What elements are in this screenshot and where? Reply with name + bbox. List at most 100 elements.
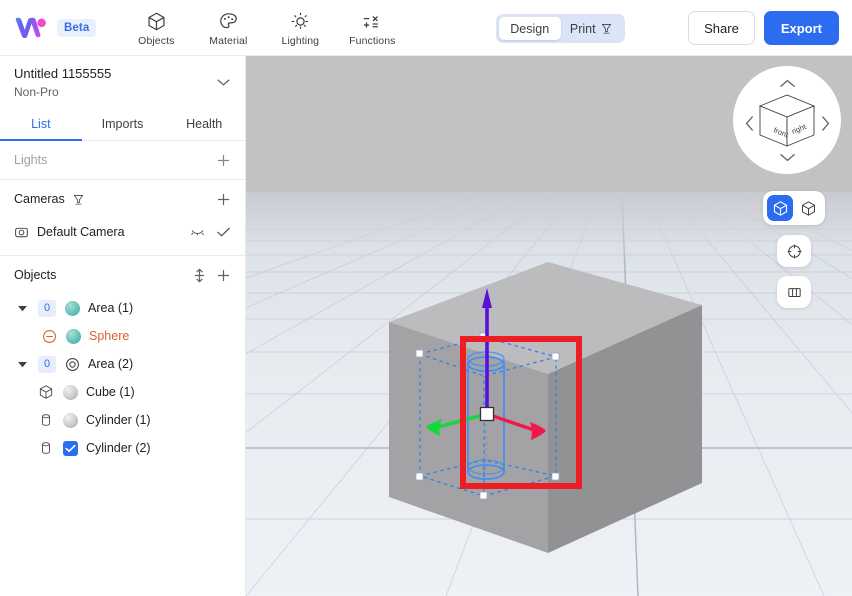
tab-health[interactable]: Health	[163, 109, 245, 140]
objects-label: Objects	[14, 268, 57, 282]
lights-actions	[216, 153, 231, 168]
circle-outline-icon	[66, 357, 79, 371]
area-1-label: Area (1)	[88, 301, 134, 315]
section-lights: Lights	[0, 141, 245, 179]
lights-label: Lights	[14, 153, 48, 167]
caret-icon[interactable]	[14, 361, 30, 368]
view-left-button[interactable]	[742, 113, 756, 133]
orbit-target-icon	[786, 243, 802, 259]
chevron-down-icon	[779, 153, 795, 161]
cameras-label-wrap: Cameras	[14, 192, 216, 206]
chevron-down-icon	[217, 79, 230, 86]
mode-toggle: Design Print	[496, 14, 625, 43]
printer-icon	[73, 194, 84, 205]
cube-1-label: Cube (1)	[86, 385, 135, 399]
tab-list[interactable]: List	[0, 109, 82, 141]
list-item-default-camera[interactable]: Default Camera	[0, 218, 245, 246]
area-1-badge: 0	[38, 299, 56, 317]
project-title: Untitled 1155555	[14, 66, 112, 81]
chevron-up-icon	[779, 79, 795, 87]
tool-material[interactable]: Material	[192, 9, 264, 47]
objects-actions	[193, 268, 231, 283]
share-button[interactable]: Share	[688, 11, 755, 45]
tree-group-area-2[interactable]: 0 Area (2)	[0, 350, 245, 378]
tree-group-area-1[interactable]: 0 Area (1)	[0, 294, 245, 322]
palette-icon	[220, 12, 237, 28]
tree-item-cylinder-2[interactable]: Cylinder (2)	[0, 434, 245, 462]
camera-visibility-toggle[interactable]	[190, 227, 205, 237]
viewport-tool-stack	[763, 191, 837, 308]
brand-area: Beta	[0, 15, 97, 41]
tool-functions[interactable]: Functions	[336, 9, 408, 47]
add-object-button[interactable]	[216, 268, 231, 283]
view-up-button[interactable]	[777, 76, 797, 90]
tool-objects-label: Objects	[138, 34, 175, 47]
orbit-target-button[interactable]	[777, 235, 811, 267]
view-right-button[interactable]	[818, 113, 832, 133]
cameras-label: Cameras	[14, 192, 65, 206]
left-sidebar: Untitled 1155555 Non-Pro List Imports He…	[0, 56, 246, 596]
add-camera-button[interactable]	[216, 192, 231, 207]
tree-item-sphere[interactable]: Sphere	[0, 322, 245, 350]
project-texts: Untitled 1155555 Non-Pro	[14, 66, 216, 100]
tool-lighting-label: Lighting	[281, 34, 320, 47]
gizmo-center-handle	[479, 406, 495, 422]
mode-design-label: Design	[510, 21, 550, 36]
plus-icon	[217, 269, 230, 281]
sun-icon	[291, 12, 310, 30]
area-2-label: Area (2)	[88, 357, 134, 371]
tree-item-cylinder-1[interactable]: Cylinder (1)	[0, 406, 245, 434]
view-down-button[interactable]	[777, 150, 797, 164]
camera-active-check[interactable]	[216, 226, 231, 238]
display-mode-pill	[763, 191, 825, 225]
cylinder-1-label: Cylinder (1)	[86, 413, 151, 427]
cylinder-2-label: Cylinder (2)	[86, 441, 151, 455]
tool-material-label: Material	[209, 34, 248, 47]
check-icon	[217, 227, 230, 237]
add-light-button[interactable]	[216, 153, 231, 168]
cube-icon	[148, 12, 165, 30]
tab-imports[interactable]: Imports	[82, 109, 164, 140]
primary-tool-group: Objects Material Lighting Functions	[120, 9, 408, 47]
camera-icon	[15, 227, 28, 237]
mode-design[interactable]: Design	[499, 17, 561, 40]
sphere-teal-icon	[66, 328, 81, 344]
checkbox-checked-icon[interactable]	[63, 440, 78, 456]
w-logo-icon[interactable]	[14, 15, 48, 41]
plus-icon	[217, 154, 230, 166]
cube-outline-icon	[801, 200, 815, 216]
chevron-left-icon	[745, 115, 753, 131]
display-mode-solid-button[interactable]	[767, 195, 793, 221]
cameras-actions	[216, 192, 231, 207]
tool-functions-label: Functions	[349, 34, 396, 47]
check-icon	[65, 444, 76, 452]
cube-outline-icon	[39, 385, 53, 399]
scene-cube	[389, 262, 702, 553]
view-cube-widget[interactable]: front right	[733, 66, 841, 174]
project-subtitle: Non-Pro	[14, 85, 59, 99]
caret-icon[interactable]	[14, 305, 30, 312]
sphere-gray-icon	[63, 412, 78, 428]
display-mode-wireframe-button[interactable]	[795, 195, 821, 221]
printer-icon	[601, 24, 611, 34]
grid-columns-button[interactable]	[777, 276, 811, 308]
chevron-right-icon	[821, 115, 829, 131]
project-header[interactable]: Untitled 1155555 Non-Pro	[0, 56, 245, 109]
export-button[interactable]: Export	[763, 11, 839, 45]
collapse-expand-button[interactable]	[193, 268, 206, 283]
cube-filled-icon	[773, 200, 787, 216]
viewport-3d[interactable]: front right	[246, 56, 852, 596]
section-cameras: Cameras	[0, 180, 245, 218]
mode-print[interactable]: Print	[561, 17, 623, 40]
tree-item-cube-1[interactable]: Cube (1)	[0, 378, 245, 406]
grid-columns-icon	[787, 287, 801, 297]
cylinder-outline-icon	[42, 442, 50, 454]
project-expand-button[interactable]	[216, 66, 231, 92]
view-cube-faces[interactable]: front right	[756, 90, 818, 152]
plus-icon	[217, 193, 230, 205]
tool-objects[interactable]: Objects	[120, 9, 192, 47]
tool-lighting[interactable]: Lighting	[264, 9, 336, 47]
top-toolbar: Beta Objects Material Lighting Functions…	[0, 0, 852, 56]
section-objects: Objects	[0, 256, 245, 294]
math-operators-icon	[364, 15, 379, 28]
